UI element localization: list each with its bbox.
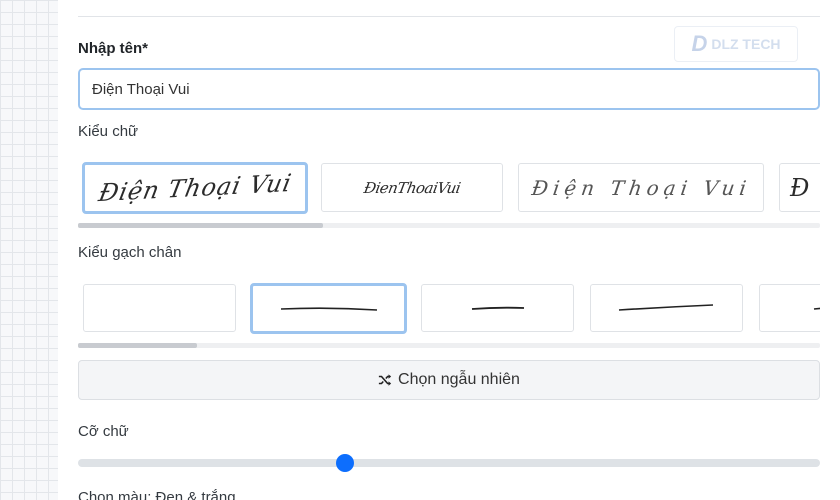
underline-option-4[interactable]	[590, 284, 743, 332]
underline-style-scrollbar-thumb[interactable]	[78, 343, 197, 348]
font-preview-4: Đ	[790, 173, 810, 202]
font-style-scrollbar[interactable]	[78, 223, 820, 228]
watermark-text: DLZ TECH	[711, 36, 781, 52]
underline-tick-icon	[813, 307, 820, 310]
font-style-label: Kiểu chữ	[78, 123, 139, 140]
top-divider	[78, 16, 820, 17]
font-style-option-1[interactable]: Điện Thoại Vui	[82, 162, 308, 214]
font-size-slider-thumb[interactable]	[336, 454, 355, 472]
font-style-row: Điện Thoại Vui ĐienThoaiVui Điện Thoại V…	[78, 160, 820, 216]
font-preview-3: Điện Thoại Vui	[529, 175, 753, 200]
underline-slanted-icon	[618, 304, 713, 311]
color-label: Chọn màu: Đen & trắng	[78, 489, 236, 500]
font-size-label: Cỡ chữ	[78, 423, 129, 440]
underline-option-1[interactable]	[83, 284, 236, 332]
dlz-logo-icon: D	[691, 31, 708, 56]
font-style-option-2[interactable]: ĐienThoaiVui	[321, 163, 503, 212]
font-preview-2: ĐienThoaiVui	[362, 178, 462, 197]
font-preview-1: Điện Thoại Vui	[95, 168, 295, 208]
underline-option-5[interactable]	[759, 284, 820, 332]
watermark-logo: D DLZ TECH	[674, 26, 798, 62]
signature-form-card: Nhập tên* D DLZ TECH Kiểu chữ Điện Thoại…	[58, 0, 840, 500]
underline-long-icon	[280, 306, 377, 311]
underline-style-row	[78, 282, 820, 336]
font-size-slider[interactable]	[78, 454, 820, 472]
random-button[interactable]: Chọn ngẫu nhiên	[78, 360, 820, 400]
underline-option-2[interactable]	[250, 283, 407, 334]
name-input[interactable]	[78, 68, 820, 110]
font-style-option-3[interactable]: Điện Thoại Vui	[518, 163, 764, 212]
underline-style-scrollbar[interactable]	[78, 343, 820, 348]
random-button-label: Chọn ngẫu nhiên	[398, 371, 520, 388]
font-style-option-4[interactable]: Đ	[779, 163, 820, 212]
shuffle-icon	[378, 374, 392, 386]
underline-short-icon	[471, 306, 524, 310]
underline-style-label: Kiểu gạch chân	[78, 244, 182, 261]
underline-option-3[interactable]	[421, 284, 574, 332]
name-label: Nhập tên*	[78, 40, 149, 57]
font-style-scrollbar-thumb[interactable]	[78, 223, 323, 228]
